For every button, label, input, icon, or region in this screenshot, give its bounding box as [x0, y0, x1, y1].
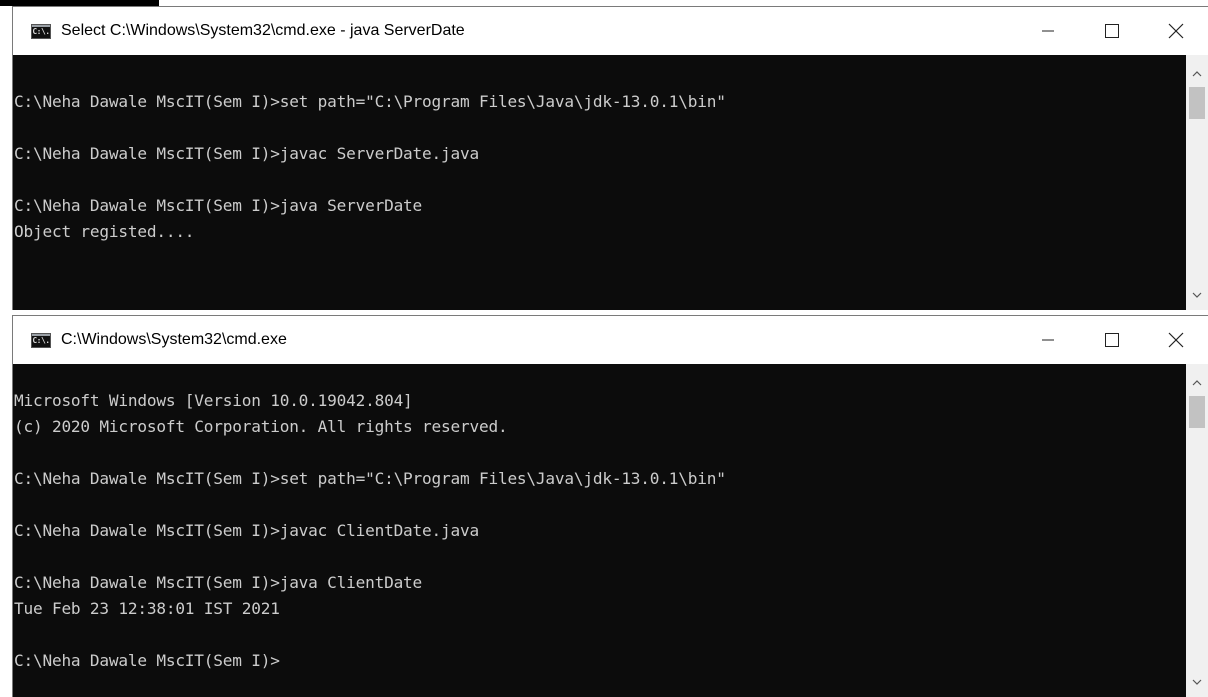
- console-line: C:\Neha Dawale MscIT(Sem I)>javac Client…: [14, 521, 479, 540]
- cmd-icon-label: C:\.: [32, 26, 50, 36]
- close-icon: [1168, 332, 1184, 348]
- scroll-thumb[interactable]: [1189, 396, 1205, 428]
- scroll-up-button[interactable]: [1186, 63, 1208, 85]
- chevron-up-icon: [1192, 71, 1202, 77]
- minimize-icon: [1042, 339, 1054, 341]
- scroll-down-button[interactable]: [1186, 671, 1208, 693]
- client-scrollbar[interactable]: [1186, 364, 1208, 697]
- maximize-button[interactable]: [1080, 7, 1144, 55]
- scroll-thumb[interactable]: [1189, 87, 1205, 119]
- chevron-down-icon: [1192, 679, 1202, 685]
- close-button[interactable]: [1144, 7, 1208, 55]
- console-line: C:\Neha Dawale MscIT(Sem I)>: [14, 651, 280, 670]
- console-line: C:\Neha Dawale MscIT(Sem I)>java ServerD…: [14, 196, 423, 215]
- maximize-icon: [1105, 24, 1119, 38]
- server-cmd-window[interactable]: C:\. Select C:\Windows\System32\cmd.exe …: [12, 6, 1208, 310]
- console-line: C:\Neha Dawale MscIT(Sem I)>set path="C:…: [14, 469, 726, 488]
- server-window-titlebar[interactable]: C:\. Select C:\Windows\System32\cmd.exe …: [13, 7, 1208, 55]
- cmd-icon-label: C:\.: [32, 335, 50, 345]
- close-icon: [1168, 23, 1184, 39]
- minimize-button[interactable]: [1016, 7, 1080, 55]
- client-cmd-window[interactable]: C:\. C:\Windows\System32\cmd.exe Microso…: [12, 315, 1208, 697]
- minimize-button[interactable]: [1016, 316, 1080, 364]
- client-window-titlebar[interactable]: C:\. C:\Windows\System32\cmd.exe: [13, 316, 1208, 364]
- maximize-button[interactable]: [1080, 316, 1144, 364]
- console-line: Tue Feb 23 12:38:01 IST 2021: [14, 599, 280, 618]
- console-line: Object registed....: [14, 222, 195, 241]
- server-scrollbar[interactable]: [1186, 55, 1208, 310]
- console-line: C:\Neha Dawale MscIT(Sem I)>javac Server…: [14, 144, 479, 163]
- console-line: (c) 2020 Microsoft Corporation. All righ…: [14, 417, 508, 436]
- console-line: C:\Neha Dawale MscIT(Sem I)>set path="C:…: [14, 92, 726, 111]
- console-line: Microsoft Windows [Version 10.0.19042.80…: [14, 391, 413, 410]
- chevron-up-icon: [1192, 380, 1202, 386]
- chevron-down-icon: [1192, 292, 1202, 298]
- minimize-icon: [1042, 30, 1054, 32]
- close-button[interactable]: [1144, 316, 1208, 364]
- cmd-app-icon[interactable]: C:\.: [31, 332, 51, 348]
- client-window-title: C:\Windows\System32\cmd.exe: [61, 331, 287, 348]
- console-line: C:\Neha Dawale MscIT(Sem I)>java ClientD…: [14, 573, 423, 592]
- scroll-down-button[interactable]: [1186, 284, 1208, 306]
- client-console-output[interactable]: Microsoft Windows [Version 10.0.19042.80…: [13, 362, 1186, 697]
- server-console-output[interactable]: C:\Neha Dawale MscIT(Sem I)>set path="C:…: [13, 55, 1186, 310]
- scroll-up-button[interactable]: [1186, 372, 1208, 394]
- maximize-icon: [1105, 333, 1119, 347]
- server-window-title: Select C:\Windows\System32\cmd.exe - jav…: [61, 22, 465, 39]
- cmd-app-icon[interactable]: C:\.: [31, 23, 51, 39]
